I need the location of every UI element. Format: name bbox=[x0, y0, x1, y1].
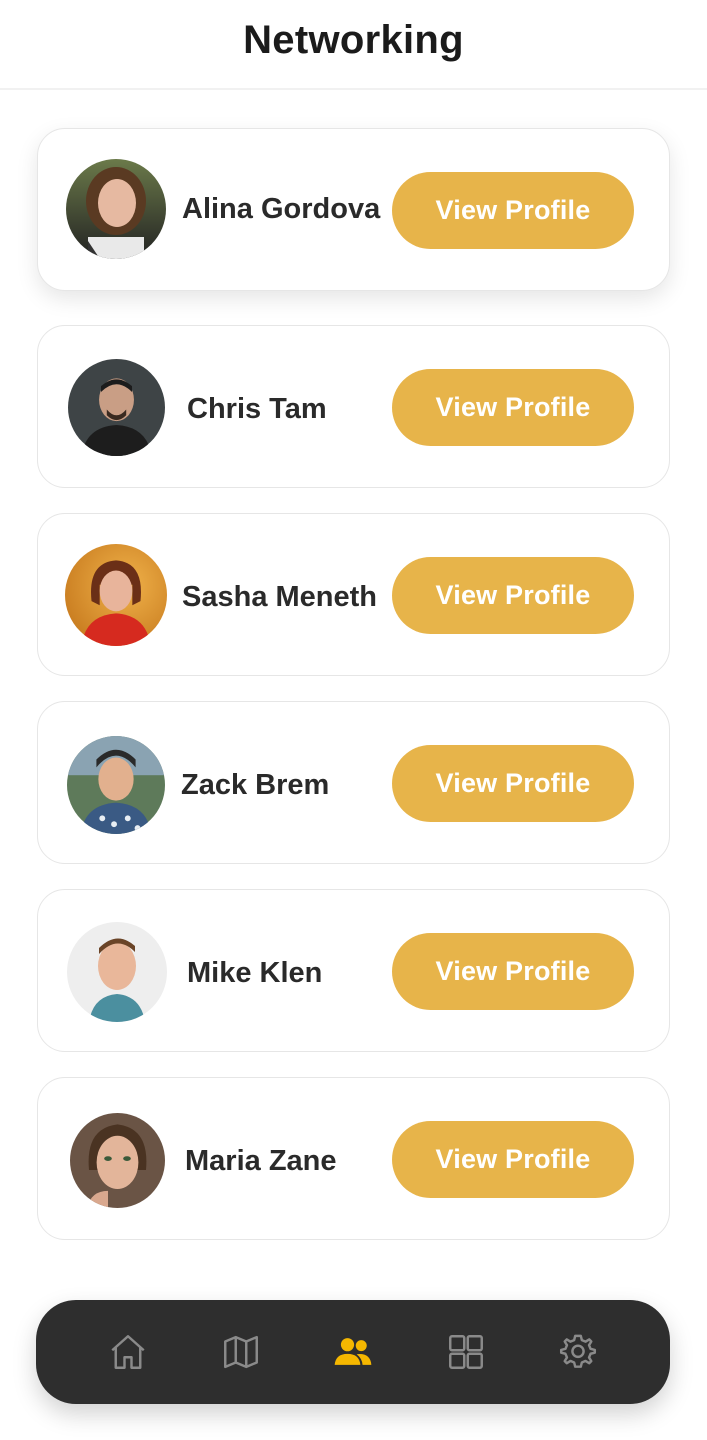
map-icon bbox=[223, 1335, 258, 1369]
nav-home[interactable] bbox=[106, 1330, 150, 1374]
avatar bbox=[65, 544, 167, 646]
avatar bbox=[70, 1113, 165, 1208]
page-title: Networking bbox=[243, 17, 464, 62]
view-profile-button[interactable]: View Profile bbox=[392, 557, 634, 634]
contact-name: Alina Gordova bbox=[182, 193, 381, 225]
bottom-nav bbox=[36, 1300, 670, 1404]
view-profile-button[interactable]: View Profile bbox=[392, 369, 634, 446]
contact-card: Sasha Meneth View Profile bbox=[37, 513, 670, 676]
contact-name: Mike Klen bbox=[187, 957, 323, 989]
home-icon bbox=[111, 1335, 145, 1369]
avatar bbox=[67, 736, 165, 834]
people-icon bbox=[334, 1338, 372, 1365]
view-profile-button[interactable]: View Profile bbox=[392, 172, 634, 249]
contact-card: Chris Tam View Profile bbox=[37, 325, 670, 488]
view-profile-button[interactable]: View Profile bbox=[392, 745, 634, 822]
contact-name: Zack Brem bbox=[181, 769, 330, 801]
contact-card: Mike Klen View Profile bbox=[37, 889, 670, 1052]
contact-card: Alina Gordova View Profile bbox=[37, 128, 670, 291]
grid-icon bbox=[448, 1335, 483, 1369]
avatar bbox=[67, 922, 167, 1022]
nav-dashboard[interactable] bbox=[444, 1330, 488, 1374]
nav-people[interactable] bbox=[331, 1330, 375, 1374]
avatar bbox=[66, 159, 166, 259]
contact-card: Maria Zane View Profile bbox=[37, 1077, 670, 1240]
contact-name: Sasha Meneth bbox=[182, 581, 377, 613]
nav-settings[interactable] bbox=[556, 1330, 600, 1374]
header-bar: Networking bbox=[0, 0, 707, 90]
settings-icon bbox=[559, 1334, 597, 1368]
view-profile-button[interactable]: View Profile bbox=[392, 1121, 634, 1198]
avatar bbox=[68, 359, 165, 456]
contact-name: Maria Zane bbox=[185, 1145, 337, 1177]
contact-card: Zack Brem View Profile bbox=[37, 701, 670, 864]
nav-map[interactable] bbox=[219, 1330, 263, 1374]
view-profile-button[interactable]: View Profile bbox=[392, 933, 634, 1010]
contact-name: Chris Tam bbox=[187, 393, 327, 425]
